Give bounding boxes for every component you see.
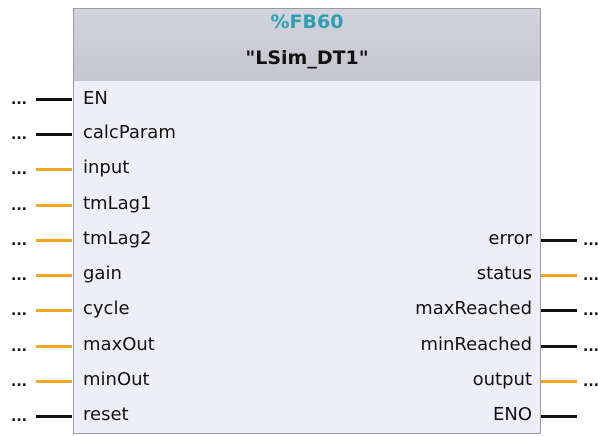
input-connection-placeholder[interactable]: ... [11,375,27,389]
input-connection-placeholder[interactable]: ... [11,234,27,248]
block-header: %FB60 "LSim_DT1" [74,9,540,81]
output-pin-label: status [476,263,532,284]
input-wire [36,380,72,383]
output-wire [541,239,577,242]
output-connection-placeholder[interactable]: ... [583,340,598,354]
output-connection-placeholder[interactable]: ... [583,375,598,389]
input-connection-placeholder[interactable]: ... [11,304,27,318]
output-wire [541,415,577,418]
input-wire [36,98,72,101]
output-pin-label: ENO [492,404,532,425]
input-wire [36,345,72,348]
input-pin-label: gain [83,263,122,284]
input-connection-placeholder[interactable]: ... [11,410,27,424]
input-connection-placeholder[interactable]: ... [11,269,27,283]
input-connection-placeholder[interactable]: ... [11,128,27,142]
input-wire [36,274,72,277]
input-pin-label: tmLag2 [83,228,152,249]
input-pin-label: minOut [83,369,150,390]
output-wire [541,274,577,277]
output-pin-label: output [472,369,532,390]
input-connection-placeholder[interactable]: ... [11,340,27,354]
output-wire [541,345,577,348]
block-instance-name[interactable]: "LSim_DT1" [74,47,540,69]
input-connection-placeholder[interactable]: ... [11,199,27,213]
input-connection-placeholder[interactable]: ... [11,163,27,177]
input-wire [36,168,72,171]
input-pin-label: cycle [83,298,130,319]
output-connection-placeholder[interactable]: ... [583,234,598,248]
output-wire [541,309,577,312]
input-pin-label: EN [83,88,108,109]
output-connection-placeholder[interactable]: ... [583,269,598,283]
block-number: %FB60 [270,11,344,33]
input-wire [36,309,72,312]
input-pin-label: maxOut [83,334,155,355]
input-pin-label: calcParam [83,122,176,143]
input-pin-label: tmLag1 [83,193,152,214]
input-wire [36,133,72,136]
input-wire [36,415,72,418]
input-wire [36,204,72,207]
output-connection-placeholder[interactable]: ... [583,304,598,318]
output-pin-label: error [488,228,532,249]
input-pin-label: reset [83,404,129,425]
input-wire [36,239,72,242]
output-pin-label: maxReached [415,298,532,319]
output-pin-label: minReached [420,334,532,355]
input-pin-label: input [83,157,130,178]
output-wire [541,380,577,383]
input-connection-placeholder[interactable]: ... [11,93,27,107]
